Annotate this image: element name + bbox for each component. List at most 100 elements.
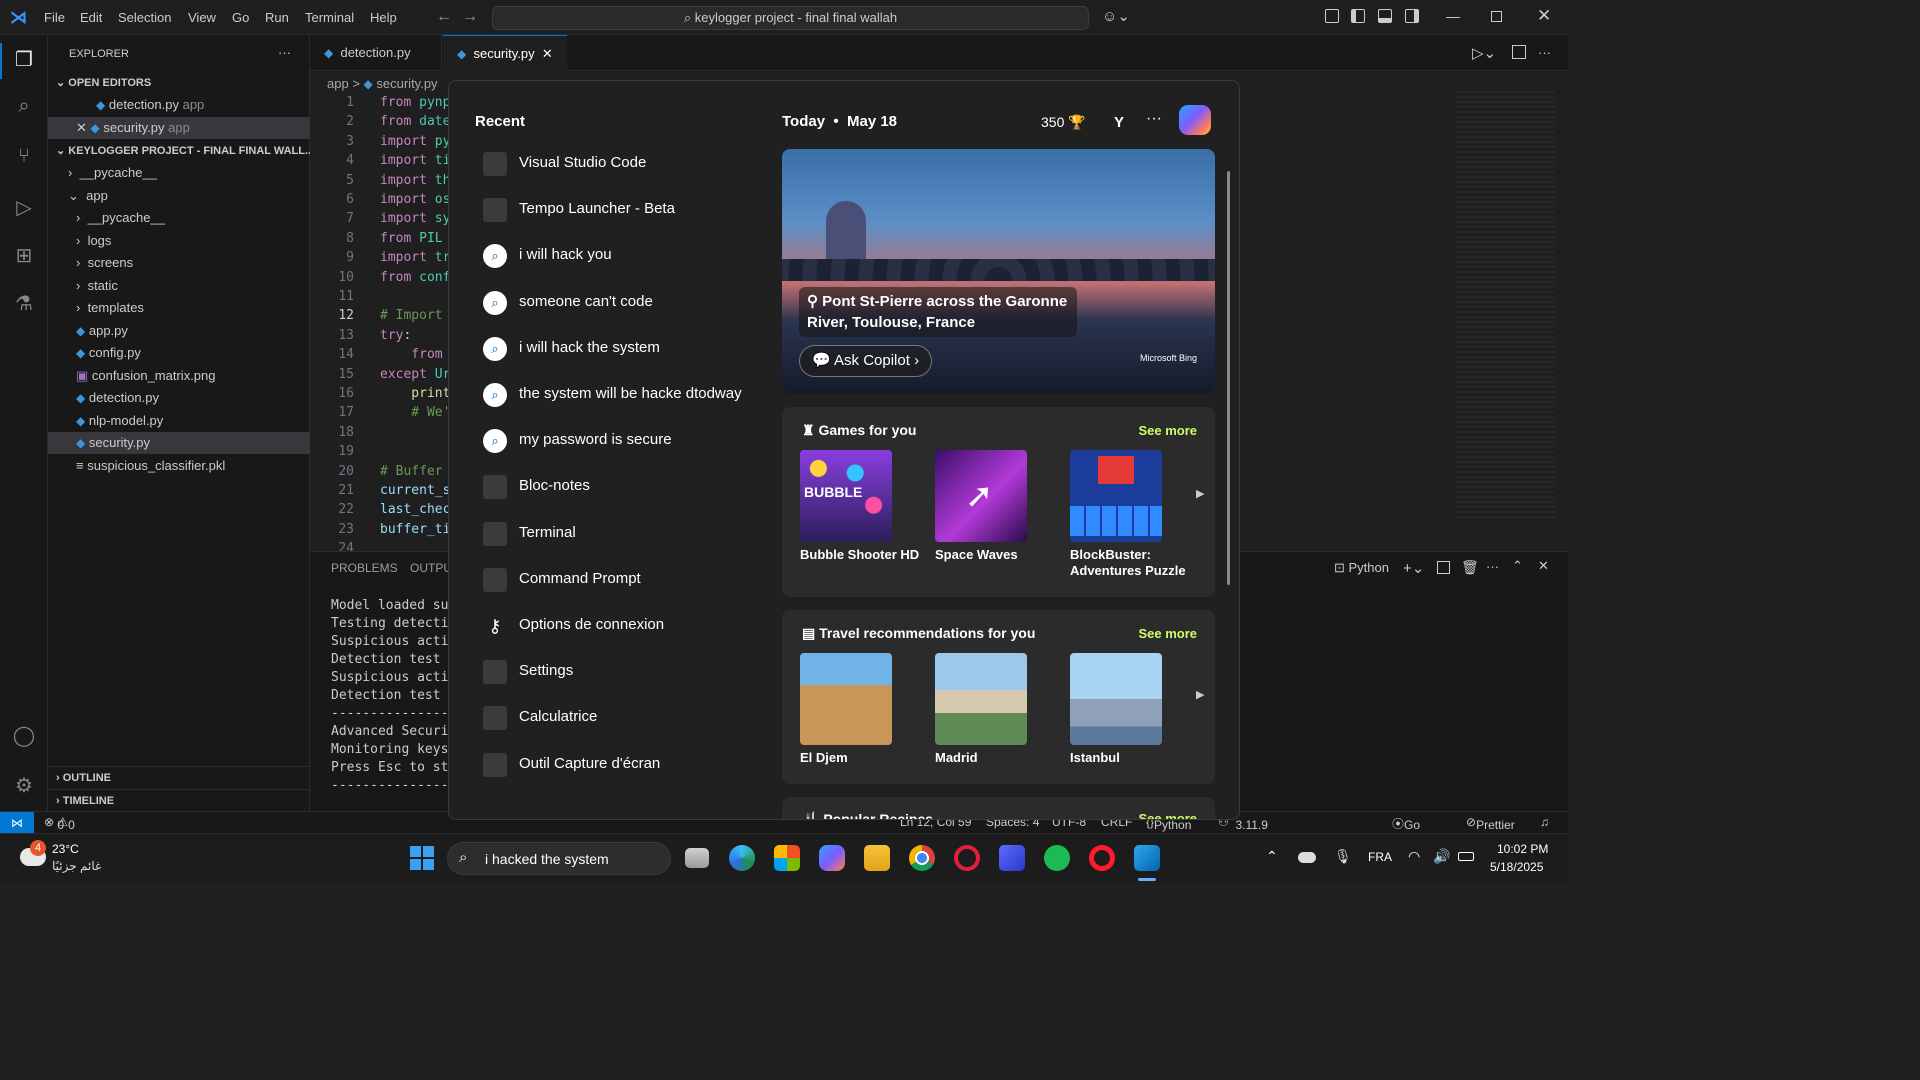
recent-item[interactable]: Bloc-notes (483, 473, 763, 501)
vscode-taskbar-icon[interactable] (1134, 845, 1160, 871)
recent-item[interactable]: ⌕ i will hack you (483, 242, 763, 270)
recent-item[interactable]: Tempo Launcher - Beta (483, 196, 763, 224)
tree-file[interactable]: ◆ config.py (48, 342, 310, 364)
travel-tile-el-djem[interactable] (800, 653, 892, 745)
extensions-icon[interactable]: ⊞ (11, 243, 37, 269)
game-name[interactable]: Space Waves (935, 547, 1065, 563)
ask-copilot-button[interactable]: 💬 Ask Copilot › (799, 345, 933, 377)
recent-item[interactable]: Settings (483, 658, 763, 686)
travel-name[interactable]: Madrid (935, 750, 1065, 766)
testing-icon[interactable]: ⚗ (11, 291, 37, 317)
layout-customize-icon[interactable] (1325, 9, 1339, 23)
input-language[interactable]: FRA (1368, 850, 1392, 864)
notifications-bell-icon[interactable]: ♫ (1540, 815, 1549, 829)
close-panel-icon[interactable]: ✕ (1538, 558, 1549, 574)
spotify-icon[interactable] (1044, 845, 1070, 871)
recent-item[interactable]: ⌕ my password is secure (483, 427, 763, 455)
menu-file[interactable]: File (44, 10, 65, 25)
open-editor-item[interactable]: ◆ detection.py app (48, 94, 310, 116)
explorer-icon[interactable]: ❐ (11, 47, 37, 73)
terminal-shell-selector[interactable]: ⊡ Python (1334, 560, 1389, 576)
more-actions-icon[interactable]: ··· (278, 45, 291, 60)
clock-time[interactable]: 10:02 PM (1497, 842, 1548, 856)
hero-card[interactable]: ⚲ Pont St-Pierre across the Garonne Rive… (782, 149, 1215, 394)
split-terminal-icon[interactable] (1437, 561, 1450, 574)
toggle-secondary-sidebar-icon[interactable] (1405, 9, 1419, 23)
menu-selection[interactable]: Selection (118, 10, 171, 25)
next-arrow-icon[interactable]: ▶ (1196, 688, 1204, 701)
more-actions-icon[interactable]: ··· (1538, 45, 1551, 60)
prettier-button[interactable]: ⊘ Prettier (1466, 815, 1515, 832)
wifi-icon[interactable]: ◠ (1408, 848, 1420, 865)
rewards-points[interactable]: 350 🏆 (1041, 114, 1086, 131)
edge-icon[interactable] (729, 845, 755, 871)
tab-detection[interactable]: ◆ detection.py (310, 35, 442, 71)
problems-indicator[interactable]: ⊗ 0 ⚠ 0 (44, 815, 75, 832)
tree-folder[interactable]: › __pycache__ (48, 162, 310, 184)
tab-security[interactable]: ◆ security.py ✕ (443, 35, 567, 71)
opera-icon[interactable] (1089, 845, 1115, 871)
tree-file[interactable]: ≡ suspicious_classifier.pkl (48, 455, 310, 477)
menu-edit[interactable]: Edit (80, 10, 102, 25)
source-control-icon[interactable]: ⑂ (11, 145, 37, 171)
project-header[interactable]: ⌄ KEYLOGGER PROJECT - FINAL FINAL WALL..… (48, 140, 314, 162)
show-hidden-icons-chevron[interactable]: ⌃ (1266, 848, 1278, 865)
restore-icon[interactable] (1491, 11, 1502, 22)
tree-file[interactable]: ◆ security.py (48, 432, 310, 454)
minimize-icon[interactable]: — (1446, 8, 1460, 24)
travel-name[interactable]: Istanbul (1070, 750, 1200, 766)
outline-header[interactable]: › OUTLINE (48, 766, 310, 788)
copilot-app-icon[interactable] (819, 845, 845, 871)
battery-icon[interactable] (1458, 852, 1474, 861)
tree-folder[interactable]: › static (48, 275, 310, 297)
tree-folder[interactable]: › __pycache__ (48, 207, 310, 229)
minimap[interactable] (1455, 91, 1555, 521)
tree-folder[interactable]: › templates (48, 297, 310, 319)
notes-app-icon[interactable] (999, 845, 1025, 871)
onedrive-cloud-icon[interactable] (1298, 852, 1316, 863)
recipes-see-more-link[interactable]: See more (1138, 811, 1197, 819)
tree-file[interactable]: ◆ app.py (48, 320, 310, 342)
split-editor-icon[interactable] (1512, 45, 1526, 59)
recent-item[interactable]: ⚷ Options de connexion (483, 612, 763, 640)
recent-item[interactable]: Command Prompt (483, 566, 763, 594)
close-tab-icon[interactable]: ✕ (542, 46, 553, 61)
tree-file[interactable]: ◆ nlp-model.py (48, 410, 310, 432)
recent-item[interactable]: Terminal (483, 520, 763, 548)
opera-gx-icon[interactable] (954, 845, 980, 871)
games-see-more-link[interactable]: See more (1138, 423, 1197, 438)
recent-item[interactable]: ⌕ i will hack the system (483, 335, 763, 363)
menu-go[interactable]: Go (232, 10, 249, 25)
open-editor-item[interactable]: ✕ ◆ security.py app (48, 117, 310, 139)
breadcrumb-folder[interactable]: app (327, 76, 349, 91)
store-icon[interactable] (774, 845, 800, 871)
travel-tile-madrid[interactable] (935, 653, 1027, 745)
forward-arrow-icon[interactable]: → (462, 8, 478, 26)
game-name[interactable]: Bubble Shooter HD (800, 547, 930, 563)
remote-indicator[interactable]: ⋈ (0, 812, 34, 834)
account-icon[interactable]: ◯ (11, 723, 37, 749)
menu-help[interactable]: Help (370, 10, 397, 25)
start-windows-icon[interactable] (410, 846, 434, 870)
run-file-icon[interactable]: ▷⌄ (1472, 44, 1496, 62)
game-name[interactable]: BlockBuster: Adventures Puzzle (1070, 547, 1200, 579)
command-center[interactable]: ⌕ keylogger project - final final wallah (492, 6, 1089, 30)
go-live-button[interactable]: ⦿ Go Live (1392, 815, 1426, 846)
more-options-icon[interactable]: ··· (1146, 110, 1162, 128)
toggle-sidebar-icon[interactable] (1351, 9, 1365, 23)
chrome-icon[interactable] (909, 845, 935, 871)
menu-run[interactable]: Run (265, 10, 289, 25)
close-icon[interactable]: ✕ (1537, 6, 1551, 26)
travel-name[interactable]: El Djem (800, 750, 930, 766)
more-actions-icon[interactable]: ··· (1486, 559, 1499, 574)
game-tile-space-waves[interactable]: ➚ (935, 450, 1027, 542)
copilot-icon[interactable]: ☺⌄ (1102, 7, 1130, 25)
new-terminal-icon[interactable]: +⌄ (1403, 559, 1424, 577)
tree-folder[interactable]: › screens (48, 252, 310, 274)
taskbar-search-box[interactable]: ⌕ i hacked the system (447, 842, 671, 875)
recent-item[interactable]: Visual Studio Code (483, 150, 763, 178)
travel-tile-istanbul[interactable] (1070, 653, 1162, 745)
tree-folder[interactable]: ⌄ app (48, 185, 310, 207)
menu-view[interactable]: View (188, 10, 216, 25)
feed-scrollbar[interactable] (1227, 171, 1230, 585)
